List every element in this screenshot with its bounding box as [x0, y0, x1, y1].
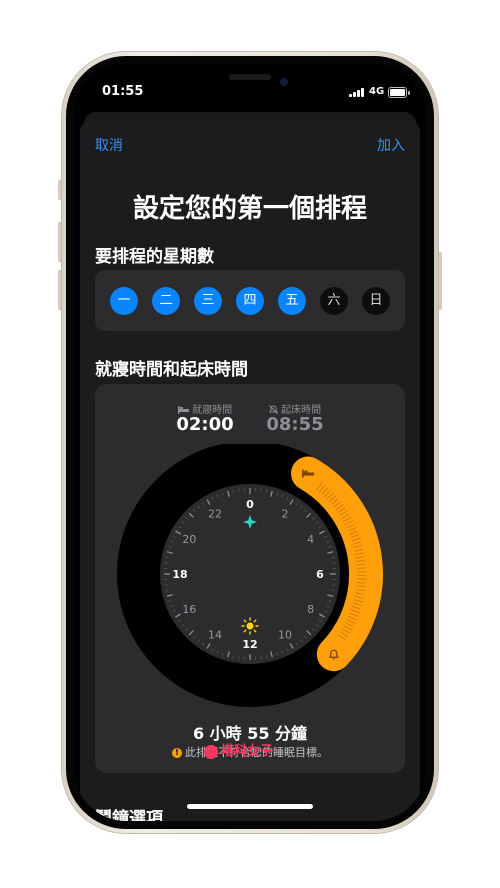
bed-icon	[177, 406, 189, 414]
day-toggle-tue[interactable]: 二	[152, 287, 180, 315]
day-toggle-thu[interactable]: 四	[236, 287, 264, 315]
clock-number: 6	[316, 568, 324, 581]
day-toggle-sun[interactable]: 日	[362, 287, 390, 315]
home-indicator[interactable]	[187, 804, 313, 809]
bedtime-value: 02:00	[176, 414, 234, 435]
days-card: 一 二 三 四 五 六 日	[95, 270, 405, 331]
day-toggle-mon[interactable]: 一	[110, 287, 138, 315]
clock-number: 18	[172, 568, 187, 581]
clock-number: 8	[307, 603, 314, 616]
schedule-card: 就寢時間 02:00 起床時間 08:55 0 2 4 6 8 10 12 14 16 18 20 2…	[95, 384, 405, 773]
watermark: 塔科女子	[204, 740, 273, 759]
alarm-off-icon	[269, 405, 278, 414]
signal-icon	[349, 87, 367, 97]
power-button	[438, 252, 442, 310]
watermark-logo-icon	[204, 744, 218, 759]
speaker-grille	[229, 74, 271, 80]
clock-number: 16	[182, 603, 196, 616]
clock-number: 22	[208, 507, 222, 520]
sleep-dial[interactable]: 0 2 4 6 8 10 12 14 16 18 20 22	[95, 444, 405, 724]
wake-handle	[318, 639, 349, 670]
days-section-title: 要排程的星期數	[95, 247, 214, 267]
front-camera	[280, 78, 288, 86]
clock-number: 20	[182, 533, 196, 546]
sun-icon	[241, 617, 259, 635]
cancel-button[interactable]: 取消	[95, 135, 123, 155]
clock-number: 2	[282, 507, 289, 520]
warning-icon: !	[172, 748, 182, 758]
day-toggle-fri[interactable]: 五	[278, 287, 306, 315]
battery-icon	[388, 87, 410, 98]
clock-number: 0	[246, 498, 254, 511]
day-toggle-sat[interactable]: 六	[320, 287, 348, 315]
network-label: 4G	[369, 86, 385, 97]
clock-number: 12	[242, 638, 257, 651]
status-time: 01:55	[102, 84, 144, 99]
clock-number: 10	[278, 629, 292, 642]
wake-value: 08:55	[266, 414, 324, 435]
watermark-text: 塔科女子	[221, 744, 274, 759]
page-title: 設定您的第一個排程	[132, 194, 367, 224]
phone-screen: 01:55 4G 取消 加入 設定您的第一個排程 要排程的星期數 一 二 三 四…	[74, 64, 426, 821]
schedule-section-title: 就寢時間和起床時間	[95, 360, 248, 380]
alarm-section-title: 鬧鐘選項	[95, 809, 163, 821]
schedule-sheet: 取消 加入 設定您的第一個排程 要排程的星期數 一 二 三 四 五 六 日 就寢…	[80, 120, 420, 821]
clock-number: 4	[307, 533, 314, 546]
clock-number: 14	[208, 629, 222, 642]
day-toggle-wed[interactable]: 三	[194, 287, 222, 315]
add-button[interactable]: 加入	[377, 135, 405, 155]
